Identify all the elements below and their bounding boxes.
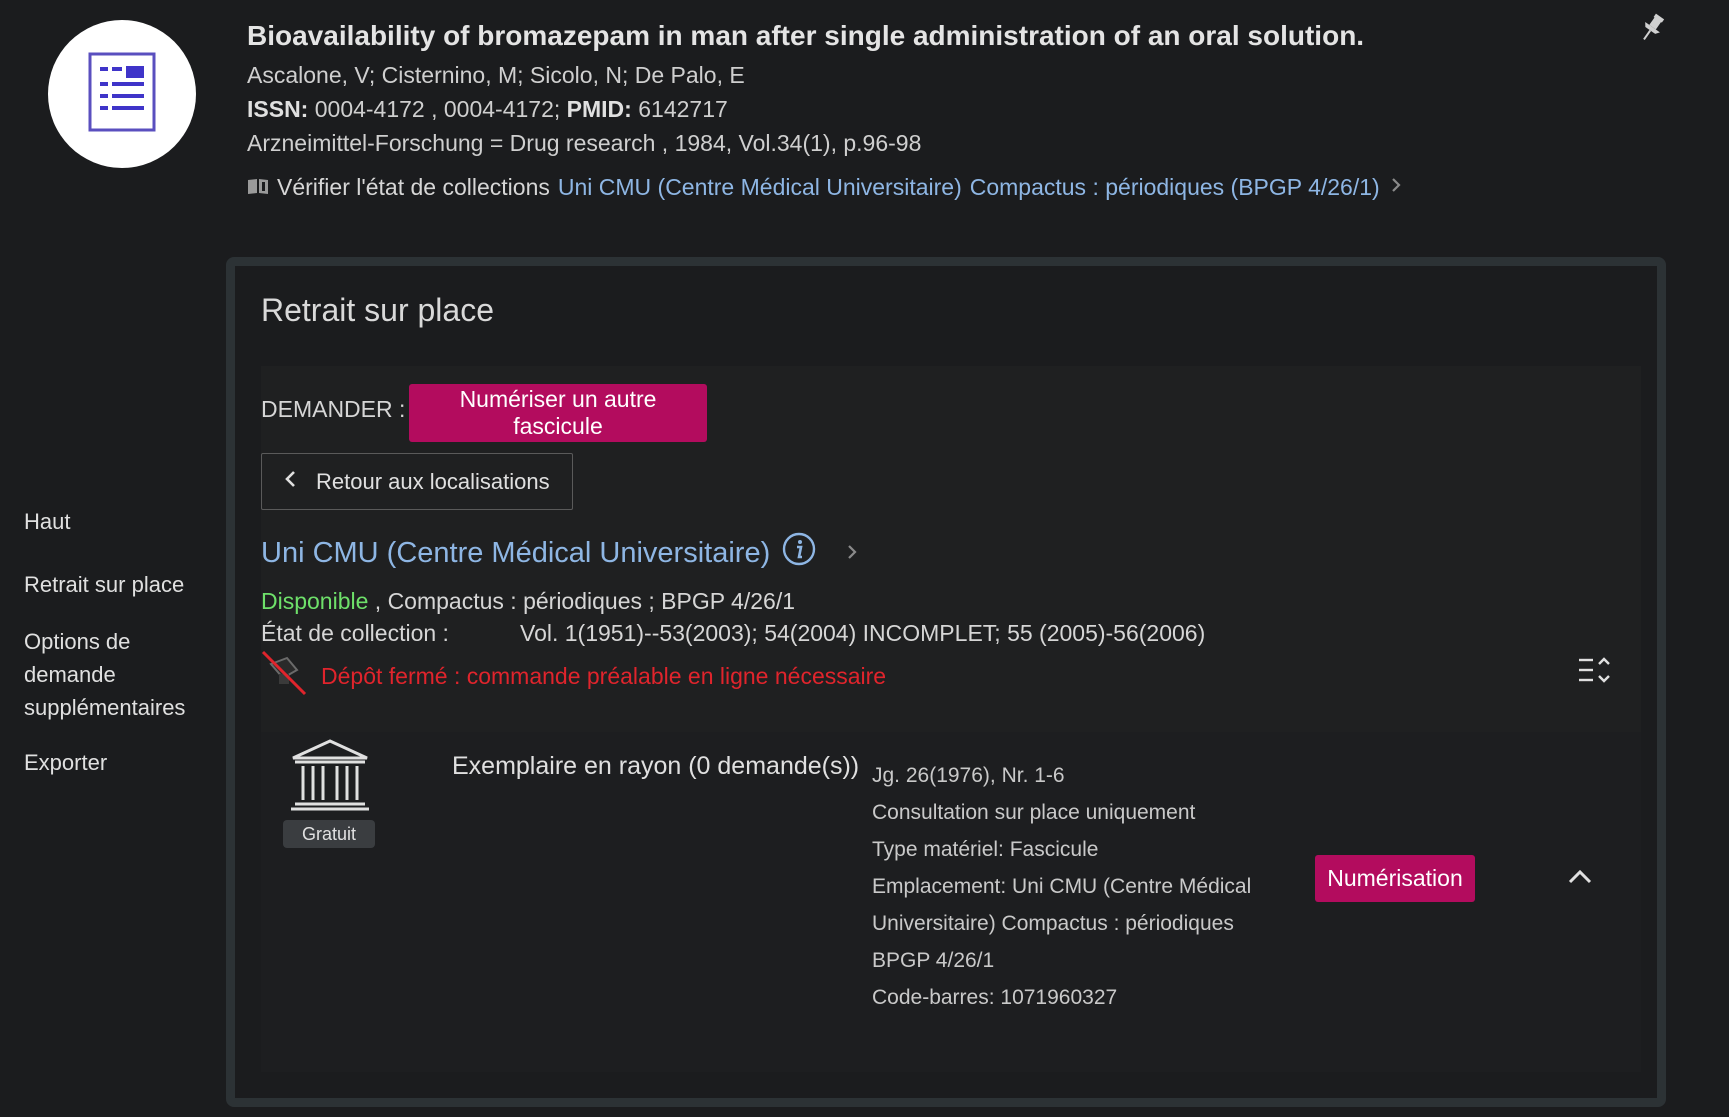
holdings-link-row[interactable]: Vérifier l'état de collections Uni CMU (… bbox=[247, 174, 1609, 201]
nav-exporter[interactable]: Exporter bbox=[24, 746, 204, 779]
record-identifiers: ISSN: 0004-4172 , 0004-4172; PMID: 61427… bbox=[247, 92, 1609, 126]
item-row: Gratuit Exemplaire en rayon (0 demande(s… bbox=[261, 732, 1641, 1072]
chevron-up-icon[interactable] bbox=[1567, 868, 1593, 891]
info-icon[interactable] bbox=[782, 532, 816, 574]
pmid-value: 6142717 bbox=[631, 96, 728, 122]
book-icon bbox=[247, 174, 269, 201]
chevron-right-icon[interactable] bbox=[1388, 174, 1404, 201]
library-icon bbox=[289, 738, 371, 817]
pin-icon[interactable] bbox=[1638, 12, 1666, 44]
availability-status: Disponible bbox=[261, 588, 369, 614]
item-detail-emplacement: Emplacement: Uni CMU (Centre Médical Uni… bbox=[872, 875, 1252, 972]
item-detail-barcode: Code-barres: 1071960327 bbox=[872, 986, 1118, 1009]
item-details: Jg. 26(1976), Nr. 1-6 Consultation sur p… bbox=[872, 757, 1292, 1016]
chevron-left-icon bbox=[284, 469, 298, 495]
numeriser-autre-fascicule-button[interactable]: Numériser un autre fascicule bbox=[409, 384, 707, 442]
item-detail-issue: Jg. 26(1976), Nr. 1-6 bbox=[872, 764, 1065, 787]
record-title: Bioavailability of bromazepam in man aft… bbox=[247, 20, 1365, 51]
issn-label: ISSN: bbox=[247, 96, 309, 122]
issn-value: 0004-4172 , 0004-4172; bbox=[308, 96, 561, 122]
nav-retrait-sur-place[interactable]: Retrait sur place bbox=[24, 568, 204, 601]
retrait-panel: Retrait sur place DEMANDER : Numériser u… bbox=[226, 257, 1666, 1107]
nav-haut[interactable]: Haut bbox=[24, 505, 204, 538]
availability-location: , Compactus : périodiques ; BPGP 4/26/1 bbox=[368, 588, 795, 614]
record-header: Bioavailability of bromazepam in man aft… bbox=[247, 14, 1609, 201]
depot-warning: Dépôt fermé : commande préalable en lign… bbox=[261, 650, 886, 702]
holdings-prefix: Vérifier l'état de collections bbox=[277, 174, 550, 200]
availability-line: Disponible , Compactus : périodiques ; B… bbox=[261, 588, 795, 615]
numerisation-button[interactable]: Numérisation bbox=[1315, 855, 1475, 902]
etat-collection-value: Vol. 1(1951)--53(2003); 54(2004) INCOMPL… bbox=[520, 620, 1206, 646]
record-authors: Ascalone, V; Cisternino, M; Sicolo, N; D… bbox=[247, 62, 745, 88]
side-navigation: Haut Retrait sur place Options de demand… bbox=[24, 505, 204, 779]
panel-title: Retrait sur place bbox=[261, 292, 494, 328]
price-badge: Gratuit bbox=[283, 820, 375, 848]
record-type-avatar bbox=[48, 20, 196, 168]
chevron-right-icon[interactable] bbox=[844, 537, 860, 570]
item-detail-consultation: Consultation sur place uniquement bbox=[872, 801, 1196, 824]
pmid-label: PMID: bbox=[560, 96, 632, 122]
item-title: Exemplaire en rayon (0 demande(s)) bbox=[452, 752, 860, 780]
demander-label: DEMANDER : bbox=[261, 396, 406, 422]
expand-all-icon[interactable] bbox=[1577, 654, 1613, 691]
item-detail-type: Type matériel: Fascicule bbox=[872, 838, 1099, 861]
record-source: Arzneimittel-Forschung = Drug research ,… bbox=[247, 130, 922, 156]
back-to-locations-button[interactable]: Retour aux localisations bbox=[261, 453, 573, 510]
no-print-icon bbox=[261, 650, 307, 702]
etat-collection-label: État de collection : bbox=[261, 620, 449, 646]
panel-content: DEMANDER : Numériser un autre fascicule … bbox=[261, 366, 1641, 1072]
document-icon bbox=[88, 52, 156, 137]
holdings-library-link[interactable]: Uni CMU (Centre Médical Universitaire) bbox=[558, 174, 962, 201]
depot-warning-text: Dépôt fermé : commande préalable en lign… bbox=[321, 662, 887, 689]
back-button-label: Retour aux localisations bbox=[316, 468, 550, 494]
holdings-location-link[interactable]: Compactus : périodiques (BPGP 4/26/1) bbox=[970, 174, 1380, 201]
location-title: Uni CMU (Centre Médical Universitaire) bbox=[261, 536, 771, 569]
nav-options-demande[interactable]: Options de demande supplémentaires bbox=[24, 625, 194, 724]
location-title-link[interactable]: Uni CMU (Centre Médical Universitaire) bbox=[261, 532, 860, 574]
